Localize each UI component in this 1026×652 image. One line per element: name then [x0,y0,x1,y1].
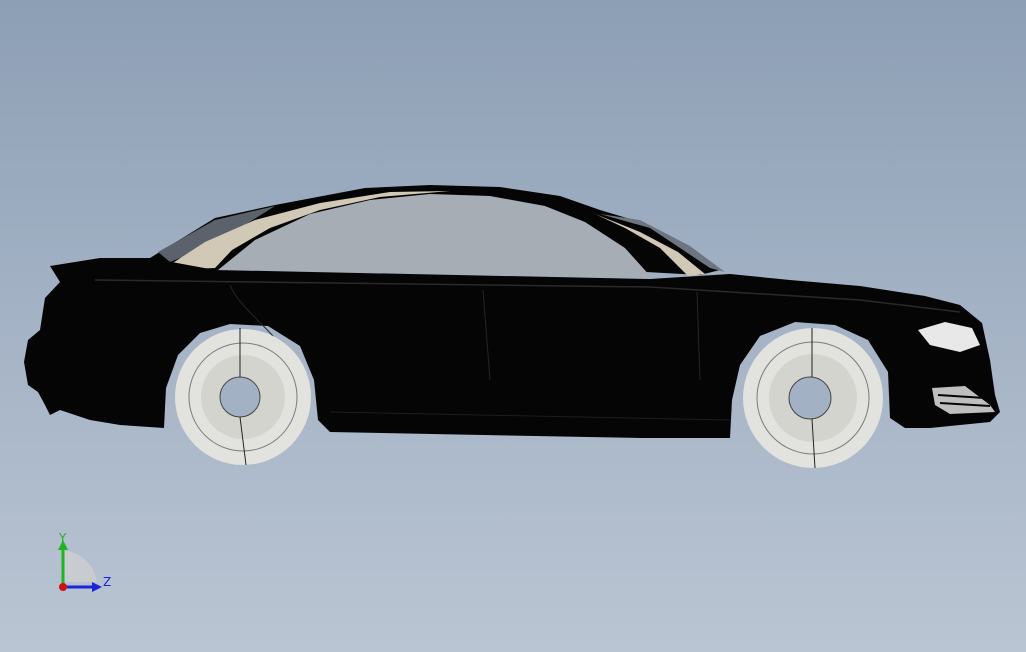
front-wheel [743,328,883,469]
z-axis-label: Z [103,575,112,589]
car-model-side-view[interactable] [0,0,1026,652]
x-axis-dot [59,583,67,591]
graphics-viewport[interactable]: Y Z [0,0,1026,652]
y-axis-label: Y [59,531,67,545]
orientation-triad[interactable]: Y Z [52,530,122,600]
rear-wheel [175,328,311,466]
triad-plane-shading [63,550,97,582]
z-axis-arrowhead [92,582,102,592]
